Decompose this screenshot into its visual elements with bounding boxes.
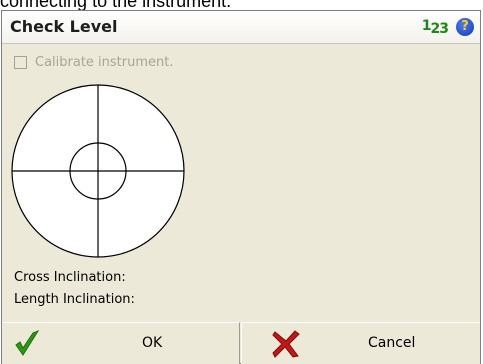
dialog-title: Check Level [10, 17, 118, 36]
input-mode-digit-3: 3 [439, 21, 449, 37]
level-bubble-display [11, 84, 185, 258]
checkmark-icon [15, 329, 40, 356]
cancel-button[interactable]: Cancel [241, 322, 480, 364]
length-inclination-label: Length Inclination: [14, 292, 135, 307]
cross-inclination-label: Cross Inclination: [14, 270, 126, 285]
input-mode-digit-2: 2 [430, 21, 441, 37]
check-level-dialog: Check Level 123 ? Calibrate instrument. … [1, 10, 481, 364]
x-mark-icon [272, 330, 300, 358]
ok-button-label: OK [142, 335, 163, 351]
calibrate-checkbox[interactable] [14, 56, 27, 69]
ok-button[interactable]: OK [2, 322, 240, 364]
input-mode-digit-1: 1 [421, 18, 432, 34]
calibrate-label: Calibrate instrument. [35, 55, 174, 70]
help-icon[interactable]: ? [456, 18, 474, 36]
cancel-button-label: Cancel [368, 335, 416, 351]
title-bar: Check Level 123 ? [2, 11, 480, 44]
input-mode-icon[interactable]: 123 [421, 18, 449, 37]
